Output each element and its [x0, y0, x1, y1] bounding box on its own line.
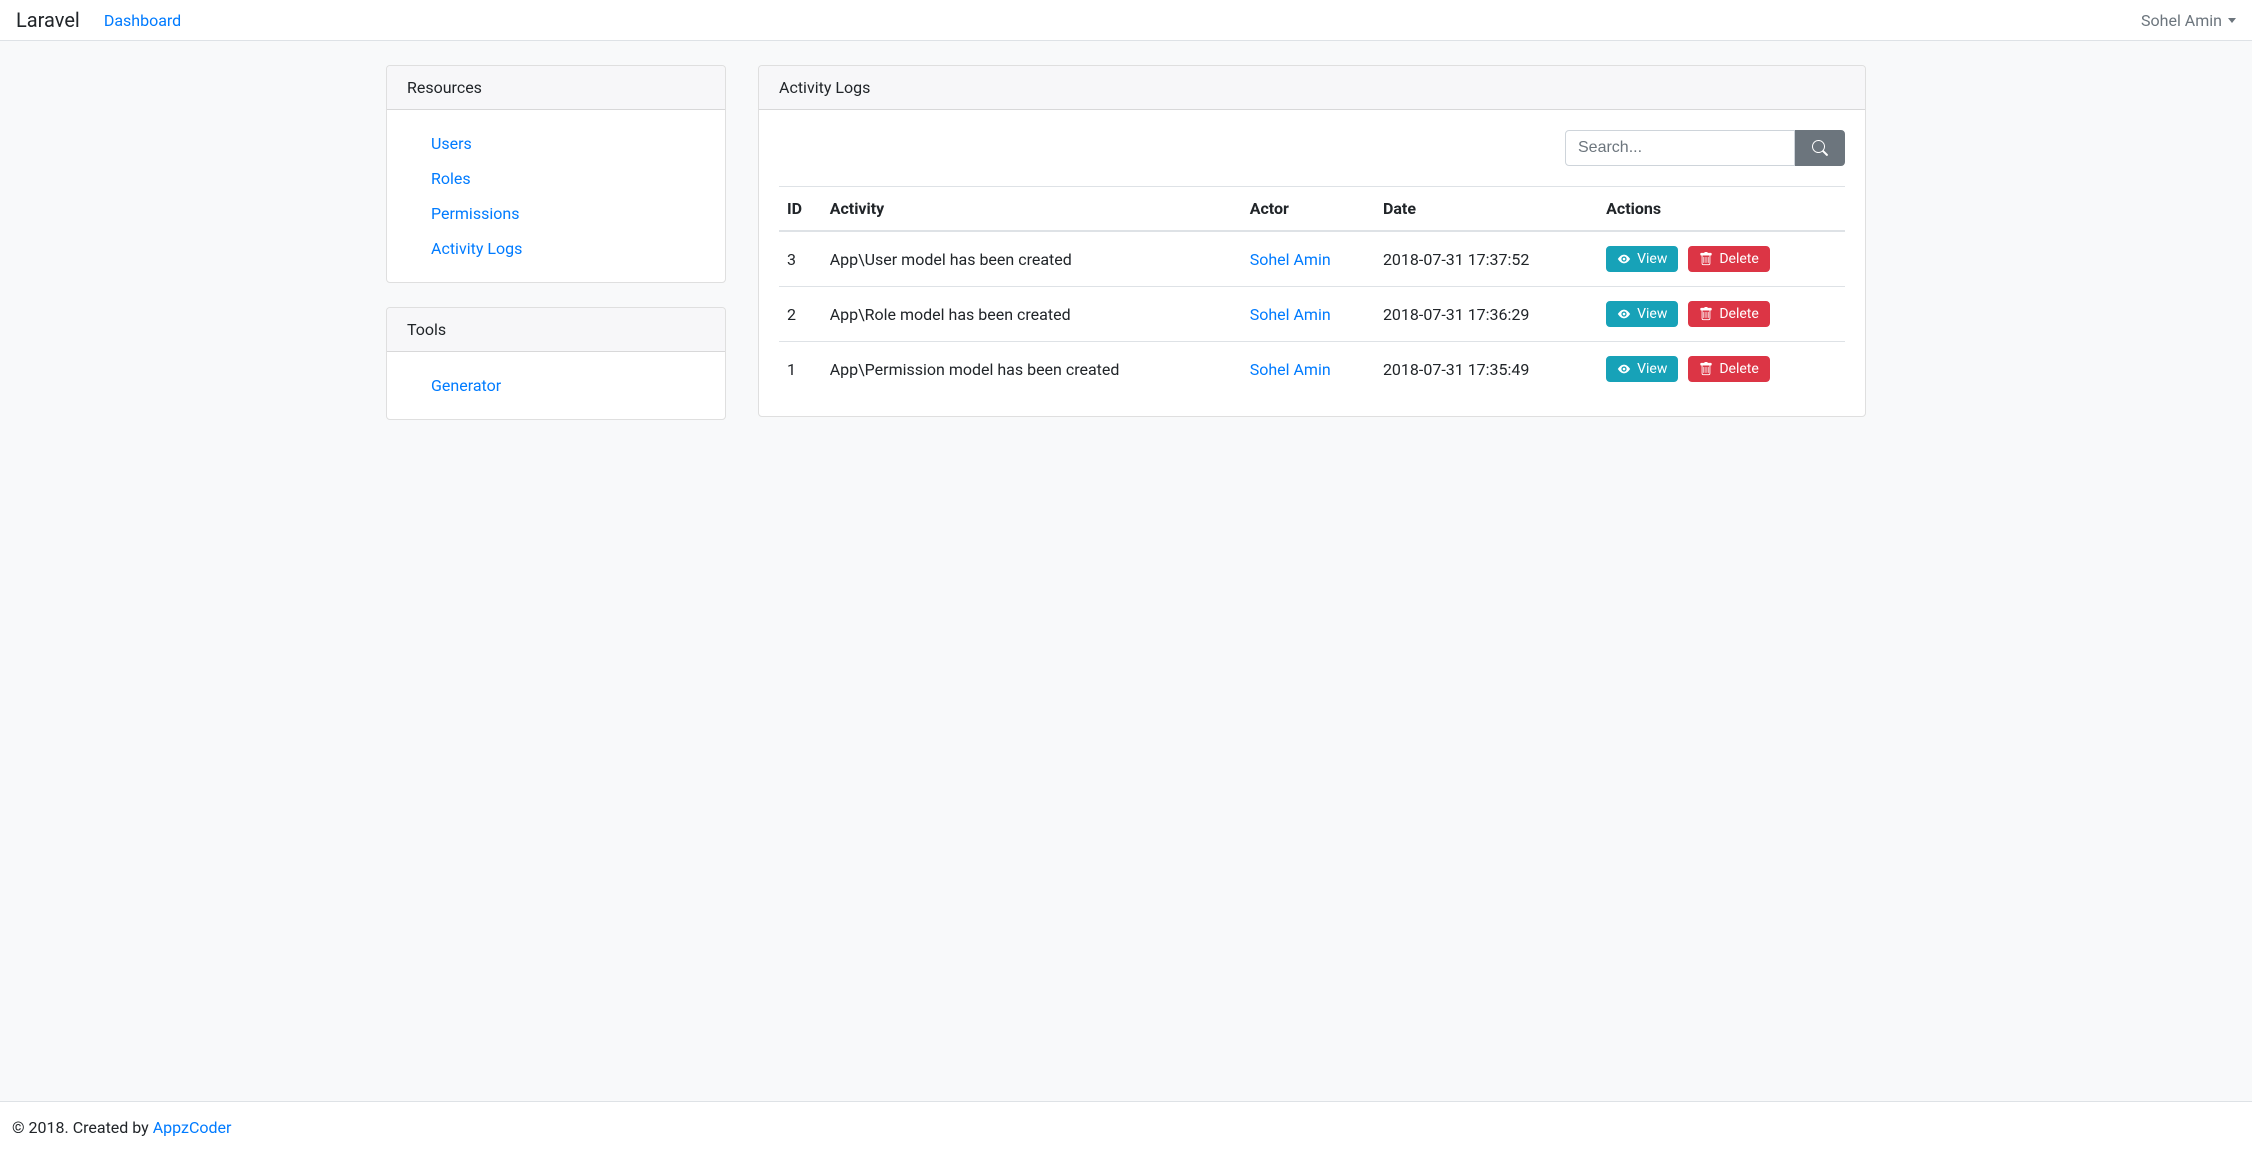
cell-actor[interactable]: Sohel Amin	[1250, 305, 1331, 324]
table-row: 1 App\Permission model has been created …	[779, 342, 1845, 397]
sidebar-item-generator[interactable]: Generator	[431, 376, 501, 395]
sidebar: Resources Users Roles Permissions Activi…	[386, 65, 726, 444]
search-input[interactable]	[1565, 130, 1795, 166]
view-button[interactable]: View	[1606, 356, 1678, 382]
page-title: Activity Logs	[759, 66, 1865, 110]
chevron-down-icon	[2228, 18, 2236, 23]
delete-button[interactable]: Delete	[1688, 246, 1769, 272]
brand: Laravel	[16, 8, 80, 32]
cell-date: 2018-07-31 17:36:29	[1375, 287, 1598, 342]
delete-label: Delete	[1719, 251, 1758, 267]
activity-table: ID Activity Actor Date Actions 3 App\Use…	[779, 186, 1845, 396]
delete-label: Delete	[1719, 306, 1758, 322]
table-row: 3 App\User model has been created Sohel …	[779, 231, 1845, 287]
view-label: View	[1637, 306, 1667, 322]
search-icon	[1812, 140, 1828, 156]
user-menu[interactable]: Sohel Amin	[2141, 11, 2236, 30]
th-id: ID	[779, 187, 822, 232]
view-button[interactable]: View	[1606, 301, 1678, 327]
cell-id: 1	[779, 342, 822, 397]
cell-id: 2	[779, 287, 822, 342]
tools-card: Tools Generator	[386, 307, 726, 420]
view-label: View	[1637, 361, 1667, 377]
cell-date: 2018-07-31 17:37:52	[1375, 231, 1598, 287]
footer-link[interactable]: AppzCoder	[153, 1118, 232, 1137]
cell-activity: App\Permission model has been created	[822, 342, 1242, 397]
tools-list: Generator	[407, 368, 705, 403]
trash-icon	[1699, 252, 1713, 266]
cell-actor[interactable]: Sohel Amin	[1250, 250, 1331, 269]
eye-icon	[1617, 307, 1631, 321]
sidebar-item-users[interactable]: Users	[431, 134, 472, 153]
sidebar-item-roles[interactable]: Roles	[431, 169, 471, 188]
view-label: View	[1637, 251, 1667, 267]
delete-button[interactable]: Delete	[1688, 356, 1769, 382]
trash-icon	[1699, 362, 1713, 376]
main: Activity Logs ID	[758, 65, 1866, 444]
resources-header: Resources	[387, 66, 725, 110]
cell-id: 3	[779, 231, 822, 287]
sidebar-item-permissions[interactable]: Permissions	[431, 204, 519, 223]
eye-icon	[1617, 252, 1631, 266]
sidebar-item-activity-logs[interactable]: Activity Logs	[431, 239, 522, 258]
tools-header: Tools	[387, 308, 725, 352]
cell-date: 2018-07-31 17:35:49	[1375, 342, 1598, 397]
activity-logs-card: Activity Logs ID	[758, 65, 1866, 417]
cell-activity: App\User model has been created	[822, 231, 1242, 287]
user-name: Sohel Amin	[2141, 11, 2222, 30]
th-activity: Activity	[822, 187, 1242, 232]
trash-icon	[1699, 307, 1713, 321]
table-row: 2 App\Role model has been created Sohel …	[779, 287, 1845, 342]
search-button[interactable]	[1795, 130, 1845, 166]
delete-button[interactable]: Delete	[1688, 301, 1769, 327]
cell-activity: App\Role model has been created	[822, 287, 1242, 342]
eye-icon	[1617, 362, 1631, 376]
footer-text: © 2018. Created by	[12, 1118, 153, 1137]
cell-actor[interactable]: Sohel Amin	[1250, 360, 1331, 379]
navbar: Laravel Dashboard Sohel Amin	[0, 0, 2252, 41]
th-actions: Actions	[1598, 187, 1845, 232]
view-button[interactable]: View	[1606, 246, 1678, 272]
resources-card: Resources Users Roles Permissions Activi…	[386, 65, 726, 283]
th-actor: Actor	[1242, 187, 1375, 232]
th-date: Date	[1375, 187, 1598, 232]
footer: © 2018. Created by AppzCoder	[0, 1101, 2252, 1153]
nav-dashboard[interactable]: Dashboard	[104, 11, 181, 30]
delete-label: Delete	[1719, 361, 1758, 377]
resources-list: Users Roles Permissions Activity Logs	[407, 126, 705, 266]
